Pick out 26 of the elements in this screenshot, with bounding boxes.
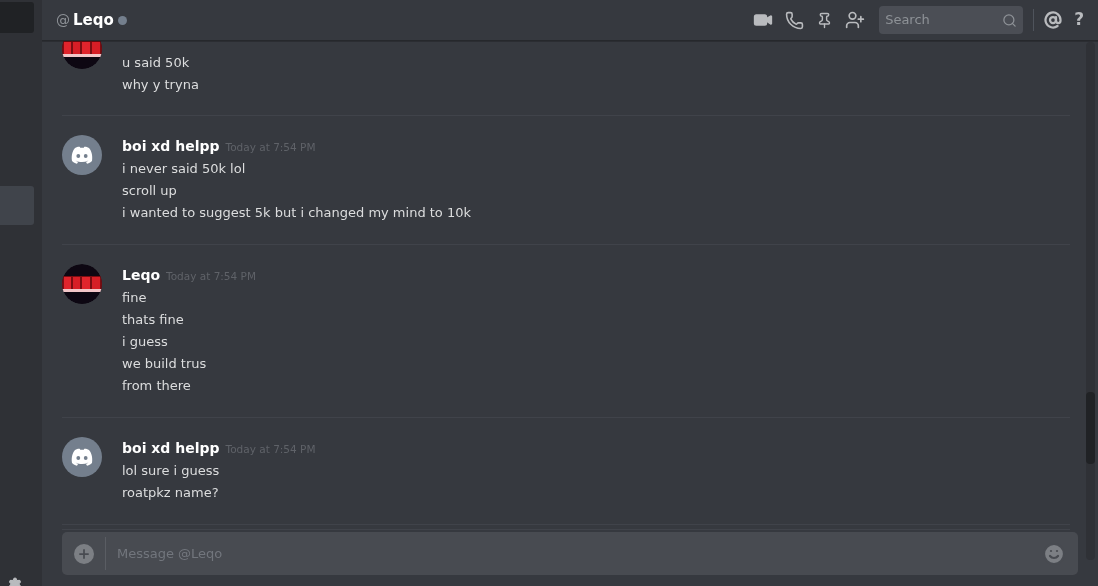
author-name[interactable]: boi xd helpp <box>122 438 220 459</box>
phone-icon[interactable] <box>785 10 805 30</box>
search-field[interactable]: Search <box>885 10 1003 30</box>
at-sign: @ <box>56 10 70 30</box>
author-name[interactable]: Leqo <box>122 265 161 286</box>
message-text: u said 50k <box>122 54 191 72</box>
message-text: thats fine <box>122 311 185 329</box>
add-user-icon[interactable] <box>845 10 866 30</box>
message-text: roatpkz name? <box>122 484 220 502</box>
message-text: scroll up <box>122 182 178 200</box>
help-button[interactable]: ? <box>1074 7 1084 33</box>
message-text: lol sure i guess <box>122 462 221 480</box>
message-text: i guess <box>122 333 169 351</box>
message-text: from there <box>122 377 192 395</box>
message-text: fine <box>122 289 148 307</box>
message-text: i never said 50k lol <box>122 160 247 178</box>
avatar-icon <box>62 135 102 175</box>
message-text: we build trus <box>122 355 208 373</box>
message-text: why y tryna <box>122 76 199 94</box>
author-name[interactable]: boi xd helpp <box>122 136 220 157</box>
avatar-icon <box>62 437 102 477</box>
mentions-icon[interactable] <box>1044 11 1063 29</box>
channel-title: Leqo <box>73 9 114 31</box>
search-bar[interactable]: Search <box>879 6 1024 34</box>
message-text: i wanted to suggest 5k but i changed my mind to 10k <box>122 204 472 222</box>
search-icon <box>1002 12 1018 28</box>
